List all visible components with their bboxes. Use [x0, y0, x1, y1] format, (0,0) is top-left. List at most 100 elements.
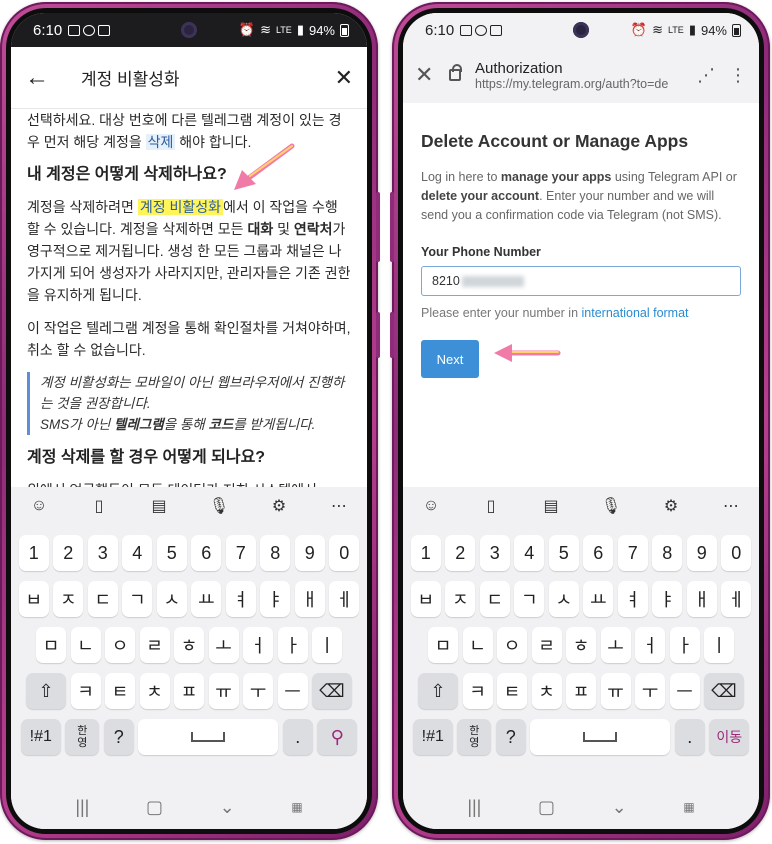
key[interactable]: ㅇ — [497, 627, 527, 663]
emoji-icon[interactable]: ☺ — [27, 497, 51, 515]
key[interactable]: ㅔ — [721, 581, 752, 617]
key[interactable]: ㅁ — [36, 627, 66, 663]
key[interactable]: ㅌ — [105, 673, 135, 709]
question-key[interactable]: ? — [103, 719, 134, 755]
key[interactable]: ㅋ — [70, 673, 101, 709]
symbols-key[interactable]: !#1 — [20, 719, 61, 755]
language-key[interactable]: 한영 — [65, 719, 100, 755]
home-icon[interactable]: ▢ — [146, 797, 163, 818]
key[interactable]: ㅑ — [260, 581, 291, 617]
key[interactable]: ㄴ — [462, 627, 493, 663]
key[interactable]: 5 — [548, 535, 579, 571]
space-key[interactable] — [138, 719, 279, 755]
key[interactable]: ㅍ — [566, 673, 596, 709]
key[interactable]: ㅗ — [600, 627, 631, 663]
lock-icon[interactable] — [449, 64, 462, 81]
more-icon[interactable]: ⋮ — [729, 65, 747, 86]
chevron-down-icon[interactable]: ⌄ — [220, 797, 235, 818]
key[interactable]: 3 — [479, 535, 510, 571]
key[interactable]: 2 — [445, 535, 476, 571]
key[interactable]: 4 — [514, 535, 545, 571]
delete-link[interactable]: 삭제 — [145, 134, 176, 150]
key[interactable]: ㅗ — [208, 627, 239, 663]
emoji-icon[interactable]: ☺ — [419, 497, 443, 515]
key[interactable]: ㅣ — [312, 627, 342, 663]
key[interactable]: 2 — [53, 535, 84, 571]
key[interactable]: ㅁ — [428, 627, 458, 663]
phone-number-input[interactable]: 8210 — [421, 266, 741, 296]
key[interactable]: ㅌ — [497, 673, 527, 709]
key[interactable]: 1 — [410, 535, 441, 571]
key[interactable]: 3 — [87, 535, 118, 571]
close-icon[interactable]: ✕ — [415, 62, 441, 88]
key[interactable]: ㅑ — [652, 581, 683, 617]
key[interactable]: ㅓ — [635, 627, 665, 663]
key[interactable]: 5 — [156, 535, 187, 571]
key[interactable]: ㅂ — [18, 581, 49, 617]
key[interactable]: ㅛ — [191, 581, 222, 617]
key[interactable]: 8 — [260, 535, 291, 571]
key[interactable]: 1 — [18, 535, 49, 571]
key[interactable]: ㅣ — [704, 627, 734, 663]
period-key[interactable]: . — [674, 719, 705, 755]
chevron-down-icon[interactable]: ⌄ — [612, 797, 627, 818]
backspace-icon[interactable]: ⌫ — [704, 673, 744, 709]
key[interactable]: 9 — [294, 535, 325, 571]
key[interactable]: ㅠ — [208, 673, 239, 709]
international-format-link[interactable]: international format — [582, 306, 689, 320]
shift-icon[interactable]: ⇧ — [26, 673, 66, 709]
gear-icon[interactable]: ⚙ — [659, 496, 683, 516]
recents-icon[interactable]: ||| — [75, 797, 89, 818]
notes-icon[interactable]: ▤ — [147, 496, 171, 516]
key[interactable]: ㅕ — [617, 581, 648, 617]
deactivate-link[interactable]: 계정 비활성화 — [137, 199, 223, 215]
microphone-icon[interactable]: 🎙 — [207, 496, 231, 516]
share-icon[interactable]: ⋰ — [697, 65, 715, 86]
recents-icon[interactable]: ||| — [467, 797, 481, 818]
key[interactable]: ㄷ — [479, 581, 510, 617]
key[interactable]: ㄷ — [87, 581, 118, 617]
clipboard-icon[interactable]: ▯ — [87, 496, 111, 516]
key[interactable]: ㅅ — [156, 581, 187, 617]
search-icon[interactable]: ⚲ — [317, 719, 358, 755]
shift-icon[interactable]: ⇧ — [418, 673, 458, 709]
key[interactable]: 6 — [191, 535, 222, 571]
key[interactable]: ㅈ — [53, 581, 84, 617]
key[interactable]: ㅎ — [174, 627, 204, 663]
key[interactable]: ㅛ — [583, 581, 614, 617]
question-key[interactable]: ? — [495, 719, 526, 755]
key[interactable]: ㅏ — [669, 627, 700, 663]
arrow-left-icon[interactable]: ← — [25, 64, 53, 92]
period-key[interactable]: . — [282, 719, 313, 755]
key[interactable]: ㅈ — [445, 581, 476, 617]
key[interactable]: ㅍ — [174, 673, 204, 709]
key[interactable]: 8 — [652, 535, 683, 571]
key[interactable]: ㅇ — [105, 627, 135, 663]
address-bar[interactable]: Authorization https://my.telegram.org/au… — [475, 60, 687, 91]
symbols-key[interactable]: !#1 — [412, 719, 453, 755]
key[interactable]: ㅊ — [531, 673, 562, 709]
key[interactable]: 6 — [583, 535, 614, 571]
home-icon[interactable]: ▢ — [538, 797, 555, 818]
key[interactable]: ㅠ — [600, 673, 631, 709]
gear-icon[interactable]: ⚙ — [267, 496, 291, 516]
close-icon[interactable]: ✕ — [335, 65, 353, 91]
key[interactable]: ㅏ — [277, 627, 308, 663]
clipboard-icon[interactable]: ▯ — [479, 496, 503, 516]
more-icon[interactable]: ⋯ — [719, 496, 743, 516]
key[interactable]: ㄱ — [514, 581, 545, 617]
next-button[interactable]: Next — [421, 340, 479, 378]
key[interactable]: ㅐ — [294, 581, 325, 617]
key[interactable]: 4 — [122, 535, 153, 571]
go-key[interactable]: 이동 — [709, 719, 750, 755]
key[interactable]: ㅋ — [462, 673, 493, 709]
key[interactable]: ㄹ — [531, 627, 562, 663]
backspace-icon[interactable]: ⌫ — [312, 673, 352, 709]
key[interactable]: ㅔ — [329, 581, 360, 617]
key[interactable]: 7 — [617, 535, 648, 571]
key[interactable]: 7 — [225, 535, 256, 571]
key[interactable]: ㅅ — [548, 581, 579, 617]
keyboard-icon[interactable]: ▦ — [291, 800, 302, 814]
key[interactable]: ㅊ — [139, 673, 170, 709]
notes-icon[interactable]: ▤ — [539, 496, 563, 516]
